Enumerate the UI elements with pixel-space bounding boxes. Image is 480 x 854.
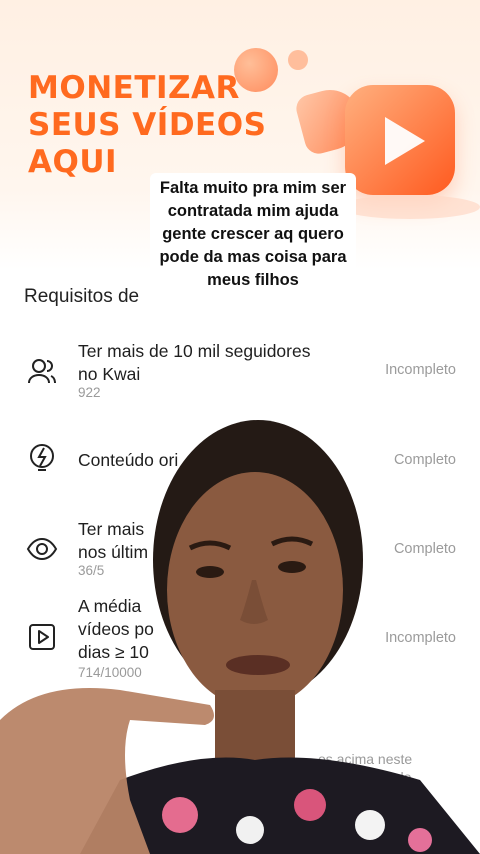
footer-note: os acima neste pulares fora do	[318, 751, 413, 785]
requirement-label: A média vídeos po dias ≥ 10	[78, 596, 154, 662]
requirement-value: 714/10000	[78, 665, 142, 680]
followers-icon	[28, 359, 56, 384]
requirements-title: Requisitos de	[24, 286, 140, 307]
play-triangle-icon	[385, 117, 425, 165]
requirement-status: Completo	[393, 452, 456, 468]
coin-icon	[234, 48, 278, 92]
pedestal-decoration	[340, 195, 480, 219]
requirement-label: Ter mais nos últim	[78, 519, 149, 562]
requirement-label: Conteúdo ori	[78, 450, 179, 470]
requirement-row-views[interactable]: Ter mais nos últim 36/5 Completo	[0, 515, 480, 585]
requirement-row-original-content[interactable]: Conteúdo ori Completo	[0, 440, 480, 510]
coin-small-icon	[288, 50, 308, 70]
banner-title: MONETIZAR SEUS VÍDEOS AQUI	[28, 70, 267, 180]
requirement-label: Ter mais de 10 mil seguidores no Kwai	[78, 341, 311, 384]
requirement-value: 922	[78, 385, 101, 400]
video-play-icon	[29, 624, 55, 650]
requirement-row-followers[interactable]: Ter mais de 10 mil seguidores no Kwai 92…	[0, 340, 480, 410]
requirement-status: Incompleto	[385, 630, 456, 646]
requirement-status: Completo	[393, 541, 456, 557]
requirement-value: 36/5	[78, 563, 105, 578]
lightbulb-icon	[30, 444, 54, 471]
requirement-status: Incompleto	[385, 362, 456, 378]
requirement-row-average-views[interactable]: A média vídeos po dias ≥ 10 714/10000 In…	[0, 595, 480, 680]
eye-icon	[26, 537, 58, 561]
video-caption: Falta muito pra mim ser contratada mim a…	[150, 173, 356, 296]
